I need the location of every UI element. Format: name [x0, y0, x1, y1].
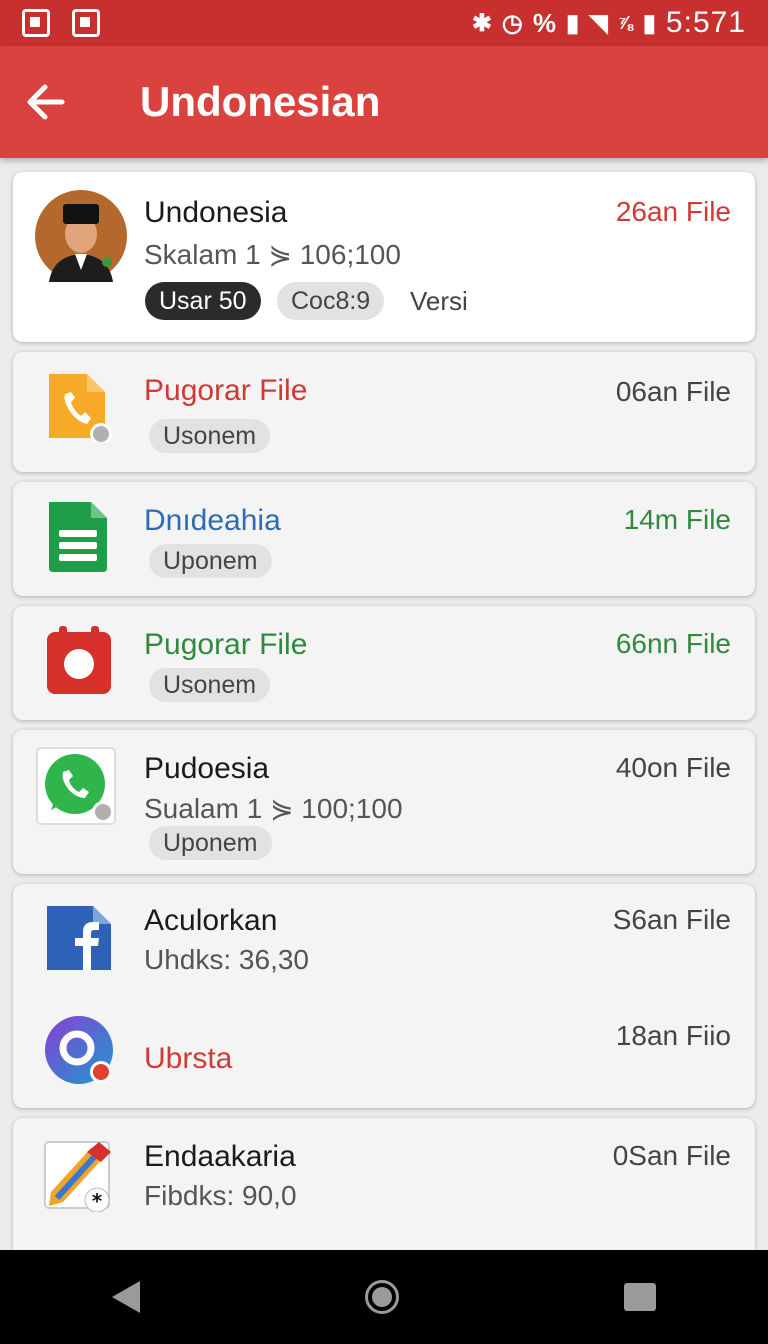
list-group: Aculorkan Uhdks: 36,30 S6an File Ubrsta …	[13, 884, 755, 1108]
signal-text: ⅞	[617, 12, 633, 33]
item-size: 66nn File	[615, 628, 731, 659]
phone-file-icon	[49, 374, 112, 442]
spreadsheet-icon	[49, 502, 107, 572]
item-size: 40on File	[615, 752, 731, 783]
item-title: Ubrsta	[144, 1042, 233, 1075]
item-title: Pugorar File	[144, 628, 308, 661]
item-title: Pudoesia	[144, 752, 270, 785]
download-notification-icon	[72, 9, 100, 37]
item-subtitle: Fibdks: 90,0	[144, 1180, 297, 1211]
status-bar: ✱ ◷ % ▮ ◥ ⅞ ▮ 5:571	[0, 0, 768, 46]
list-item[interactable]: Dnıdeahia 14m File Uponem	[13, 482, 755, 596]
item-title: Aculorkan	[144, 904, 278, 937]
app-bar: Undonesian	[0, 46, 768, 158]
facebook-icon	[47, 906, 111, 970]
list-item[interactable]: Aculorkan Uhdks: 36,30 S6an File	[13, 884, 755, 994]
search-app-icon	[45, 1016, 113, 1084]
item-size: S6an File	[612, 904, 731, 935]
bluetooth-icon: ✱	[471, 9, 492, 37]
item-size: 0San File	[612, 1140, 731, 1171]
item-title: Dnıdeahia	[144, 504, 281, 537]
battery-icon: ▮	[642, 9, 656, 37]
list-item[interactable]: * Endaakaria Fibdks: 90,0 0San File	[13, 1118, 755, 1250]
nav-back-button[interactable]	[112, 1281, 141, 1313]
list-item[interactable]: Pugorar File 66nn File Usonem	[13, 606, 755, 720]
item-size: 18an Fiio	[615, 1020, 731, 1051]
list-item[interactable]: Pudoesia Sualam 1 ⋟ 100;100 40on File Up…	[13, 730, 755, 874]
code-chip[interactable]: Coc8:9	[277, 282, 385, 320]
wifi-icon: ◥	[589, 9, 608, 37]
version-label: Versi	[410, 286, 468, 316]
item-subtitle: Uhdks: 36,30	[144, 944, 309, 975]
item-chip: Uponem	[149, 544, 272, 578]
svg-text:*: *	[92, 1189, 103, 1212]
back-button[interactable]	[0, 46, 90, 158]
calendar-icon	[47, 626, 111, 694]
item-chip: Usonem	[149, 668, 271, 702]
sim-icon: ▮	[566, 9, 580, 37]
clock: 5:571	[665, 6, 746, 39]
profile-detail: Skalam 1 ⋟ 106;100	[144, 239, 401, 270]
navigation-bar	[0, 1250, 768, 1344]
nav-home-button[interactable]	[364, 1280, 399, 1314]
page-title: Undonesian	[140, 78, 381, 125]
list-item[interactable]: Pugorar File 06an File Usonem	[13, 352, 755, 472]
item-subtitle: Sualam 1 ⋟ 100;100	[144, 793, 403, 824]
item-title: Pugorar File	[144, 374, 308, 407]
avatar	[35, 190, 127, 282]
gallery-notification-icon	[22, 9, 50, 37]
item-size: 06an File	[615, 376, 731, 407]
alarm-icon: ◷	[501, 9, 523, 37]
list-item[interactable]: Ubrsta 18an Fiio	[13, 994, 755, 1108]
profile-card[interactable]: Undonesia Skalam 1 ⋟ 106;100 26an File U…	[13, 172, 755, 342]
arrow-left-icon	[27, 84, 65, 120]
percent-indicator: %	[532, 7, 556, 38]
profile-name: Undonesia	[144, 196, 288, 229]
pencil-edit-icon: *	[44, 1141, 111, 1212]
item-chip: Usonem	[149, 419, 271, 453]
nav-recents-button[interactable]	[623, 1283, 656, 1311]
whatsapp-icon	[36, 747, 116, 825]
user-chip[interactable]: Usar 50	[145, 282, 261, 320]
item-title: Endaakaria	[144, 1140, 296, 1173]
profile-size: 26an File	[615, 196, 731, 227]
item-size: 14m File	[623, 504, 731, 535]
item-chip: Uponem	[149, 826, 272, 860]
